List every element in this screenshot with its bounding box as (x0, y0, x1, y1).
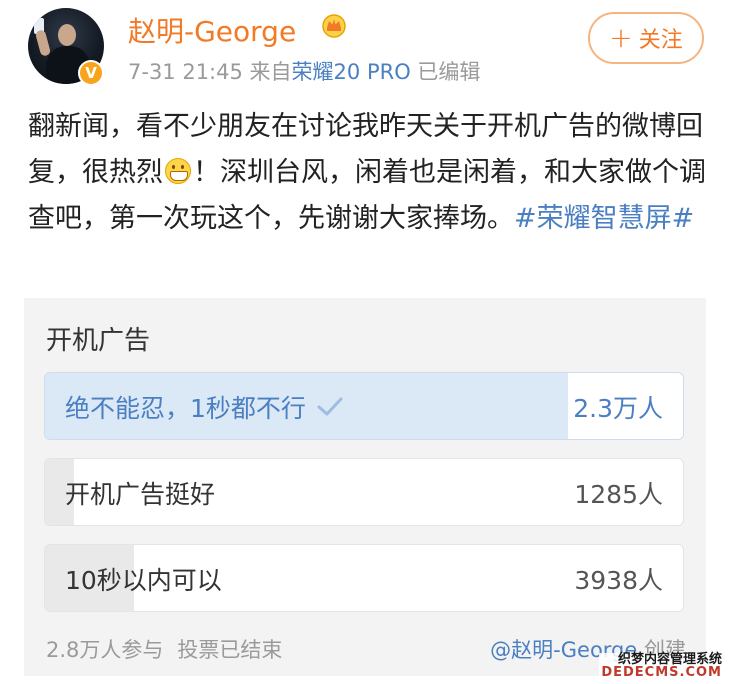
poll-option-count: 2.3万人 (573, 394, 663, 423)
plus-icon: + (609, 21, 633, 54)
poll-option-1[interactable]: 绝不能忍，1秒都不行 2.3万人 (44, 372, 684, 440)
poll-option-label-row: 绝不能忍，1秒都不行 (65, 373, 344, 439)
check-icon (317, 397, 343, 416)
post-text: 翻新闻，看不少朋友在讨论我昨天关于开机广告的微博回复，很热烈 ！深圳台风，闲着也是… (28, 104, 708, 242)
poll-footer: 2.8万人参与 投票已结束 (46, 634, 282, 664)
watermark: 织梦内容管理系统 DEDECMS.COM (599, 653, 724, 680)
source-device-link[interactable]: 荣耀20 PRO (292, 60, 411, 84)
watermark-line2: DEDECMS.COM (599, 665, 724, 681)
post-meta: 7-31 21:45 来自荣耀20 PRO 已编辑 (128, 56, 480, 86)
source-prefix: 来自 (249, 60, 292, 84)
post-timestamp: 7-31 21:45 (128, 60, 243, 84)
grinning-emoji-icon (165, 158, 191, 184)
poll-option-3[interactable]: 10秒以内可以 3938人 (44, 544, 684, 612)
poll-option-count: 1285人 (574, 480, 663, 509)
poll-option-2[interactable]: 开机广告挺好 1285人 (44, 458, 684, 526)
poll-participants: 2.8万人参与 (46, 638, 164, 662)
poll-status: 投票已结束 (177, 638, 283, 662)
arm-shape (34, 29, 52, 57)
poll-title: 开机广告 (46, 326, 151, 356)
follow-button[interactable]: + 关注 (588, 12, 704, 64)
poll-option-label: 绝不能忍，1秒都不行 (65, 394, 306, 423)
topic-link[interactable]: #荣耀智慧屏# (514, 203, 694, 234)
poll-card: 开机广告 绝不能忍，1秒都不行 2.3万人 开机广告挺好 1285人 10秒以内… (24, 298, 706, 676)
crown-icon (322, 14, 346, 38)
head-shape (58, 24, 76, 46)
edited-label: 已编辑 (417, 60, 481, 84)
poll-option-count: 3938人 (574, 566, 663, 595)
watermark-line1: 织梦内容管理系统 (599, 653, 724, 667)
follow-label: 关注 (638, 28, 683, 53)
poll-option-label: 开机广告挺好 (65, 480, 216, 509)
poll-option-label: 10秒以内可以 (65, 566, 222, 595)
verified-badge-icon: V (78, 60, 104, 86)
username[interactable]: 赵明-George (128, 10, 296, 50)
